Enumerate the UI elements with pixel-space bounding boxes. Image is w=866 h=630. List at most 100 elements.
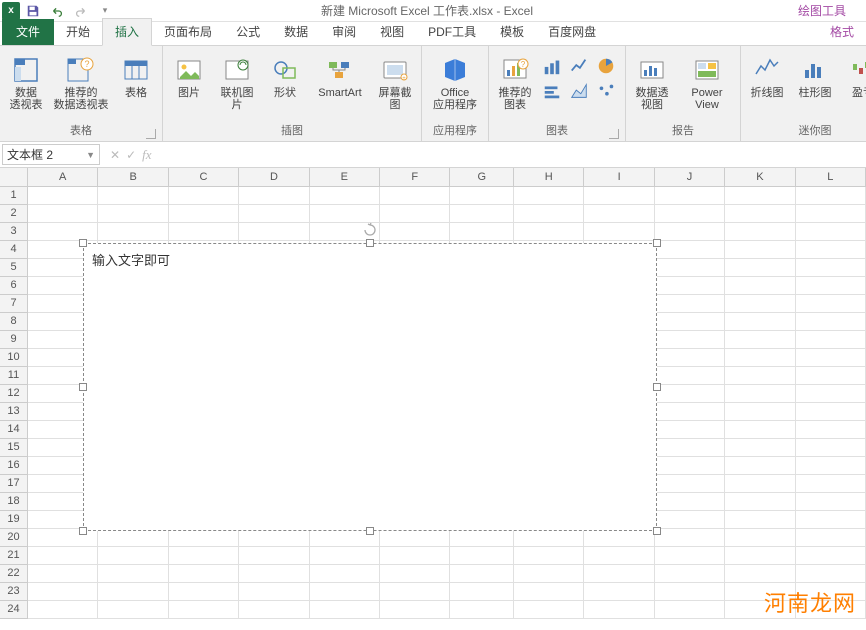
cell-J9[interactable] [655, 331, 725, 349]
row-header-13[interactable]: 13 [0, 403, 28, 421]
cell-D21[interactable] [239, 547, 309, 565]
cell-F1[interactable] [380, 187, 450, 205]
cell-L4[interactable] [796, 241, 866, 259]
cell-D20[interactable] [239, 529, 309, 547]
cell-B3[interactable] [98, 223, 168, 241]
cell-K16[interactable] [725, 457, 795, 475]
ribbon-btn-折线图[interactable]: 折线图 [745, 51, 789, 101]
ribbon-btn-形状[interactable]: 形状 [263, 51, 307, 101]
cell-K11[interactable] [725, 367, 795, 385]
cell-K22[interactable] [725, 565, 795, 583]
cell-H22[interactable] [514, 565, 584, 583]
cell-K12[interactable] [725, 385, 795, 403]
row-header-7[interactable]: 7 [0, 295, 28, 313]
cell-L10[interactable] [796, 349, 866, 367]
dialog-launcher-icon[interactable] [146, 129, 156, 139]
cell-H1[interactable] [514, 187, 584, 205]
cell-G22[interactable] [450, 565, 514, 583]
cell-L2[interactable] [796, 205, 866, 223]
row-header-5[interactable]: 5 [0, 259, 28, 277]
cell-F22[interactable] [380, 565, 450, 583]
chart-type-btn-4[interactable] [568, 80, 590, 102]
rotate-handle-icon[interactable] [362, 222, 378, 238]
row-header-16[interactable]: 16 [0, 457, 28, 475]
redo-button[interactable] [70, 1, 92, 21]
chart-type-btn-5[interactable] [595, 80, 617, 102]
chart-type-btn-3[interactable] [541, 80, 563, 102]
tab-插入[interactable]: 插入 [102, 18, 152, 46]
tab-审阅[interactable]: 审阅 [320, 19, 368, 45]
cell-J1[interactable] [655, 187, 725, 205]
cell-E22[interactable] [310, 565, 380, 583]
cell-C21[interactable] [169, 547, 239, 565]
row-header-3[interactable]: 3 [0, 223, 28, 241]
cell-A23[interactable] [28, 583, 98, 601]
cell-F21[interactable] [380, 547, 450, 565]
resize-handle-mr[interactable] [653, 383, 661, 391]
fx-icon[interactable]: fx [142, 147, 151, 163]
cell-I24[interactable] [584, 601, 654, 619]
row-header-2[interactable]: 2 [0, 205, 28, 223]
formula-input[interactable] [160, 142, 866, 167]
cell-C22[interactable] [169, 565, 239, 583]
cell-F3[interactable] [380, 223, 450, 241]
cell-L21[interactable] [796, 547, 866, 565]
cell-L15[interactable] [796, 439, 866, 457]
cell-D1[interactable] [239, 187, 309, 205]
cell-F2[interactable] [380, 205, 450, 223]
cell-C20[interactable] [169, 529, 239, 547]
cell-J4[interactable] [655, 241, 725, 259]
cell-E2[interactable] [310, 205, 380, 223]
cell-K9[interactable] [725, 331, 795, 349]
cell-B1[interactable] [98, 187, 168, 205]
cell-C1[interactable] [169, 187, 239, 205]
cell-J11[interactable] [655, 367, 725, 385]
col-header-L[interactable]: L [796, 168, 866, 187]
row-header-11[interactable]: 11 [0, 367, 28, 385]
cell-K18[interactable] [725, 493, 795, 511]
cell-A22[interactable] [28, 565, 98, 583]
chart-type-btn-2[interactable] [595, 55, 617, 77]
cell-I1[interactable] [584, 187, 654, 205]
cell-G24[interactable] [450, 601, 514, 619]
cell-H2[interactable] [514, 205, 584, 223]
cell-J22[interactable] [655, 565, 725, 583]
chart-type-btn-1[interactable] [568, 55, 590, 77]
row-header-4[interactable]: 4 [0, 241, 28, 259]
col-header-H[interactable]: H [514, 168, 584, 187]
cell-F24[interactable] [380, 601, 450, 619]
cell-J16[interactable] [655, 457, 725, 475]
cell-C2[interactable] [169, 205, 239, 223]
cell-L8[interactable] [796, 313, 866, 331]
cell-A24[interactable] [28, 601, 98, 619]
cell-K17[interactable] [725, 475, 795, 493]
cell-J21[interactable] [655, 547, 725, 565]
cell-D2[interactable] [239, 205, 309, 223]
ribbon-btn-图片[interactable]: 图片 [167, 51, 211, 101]
cell-K5[interactable] [725, 259, 795, 277]
cell-L14[interactable] [796, 421, 866, 439]
ribbon-btn-数据透视图[interactable]: 数据透视图 [630, 51, 674, 113]
cell-B22[interactable] [98, 565, 168, 583]
ribbon-btn-柱形图[interactable]: 柱形图 [793, 51, 837, 101]
row-header-23[interactable]: 23 [0, 583, 28, 601]
tab-页面布局[interactable]: 页面布局 [152, 19, 224, 45]
cell-L16[interactable] [796, 457, 866, 475]
cell-J23[interactable] [655, 583, 725, 601]
cell-E24[interactable] [310, 601, 380, 619]
cell-K6[interactable] [725, 277, 795, 295]
cell-J3[interactable] [655, 223, 725, 241]
cell-G3[interactable] [450, 223, 514, 241]
cell-J15[interactable] [655, 439, 725, 457]
cell-K3[interactable] [725, 223, 795, 241]
confirm-icon[interactable]: ✓ [126, 148, 136, 162]
resize-handle-tm[interactable] [366, 239, 374, 247]
cell-K1[interactable] [725, 187, 795, 205]
col-header-B[interactable]: B [98, 168, 168, 187]
row-header-24[interactable]: 24 [0, 601, 28, 619]
cell-L19[interactable] [796, 511, 866, 529]
cell-E1[interactable] [310, 187, 380, 205]
cell-E21[interactable] [310, 547, 380, 565]
cell-J12[interactable] [655, 385, 725, 403]
cell-H21[interactable] [514, 547, 584, 565]
